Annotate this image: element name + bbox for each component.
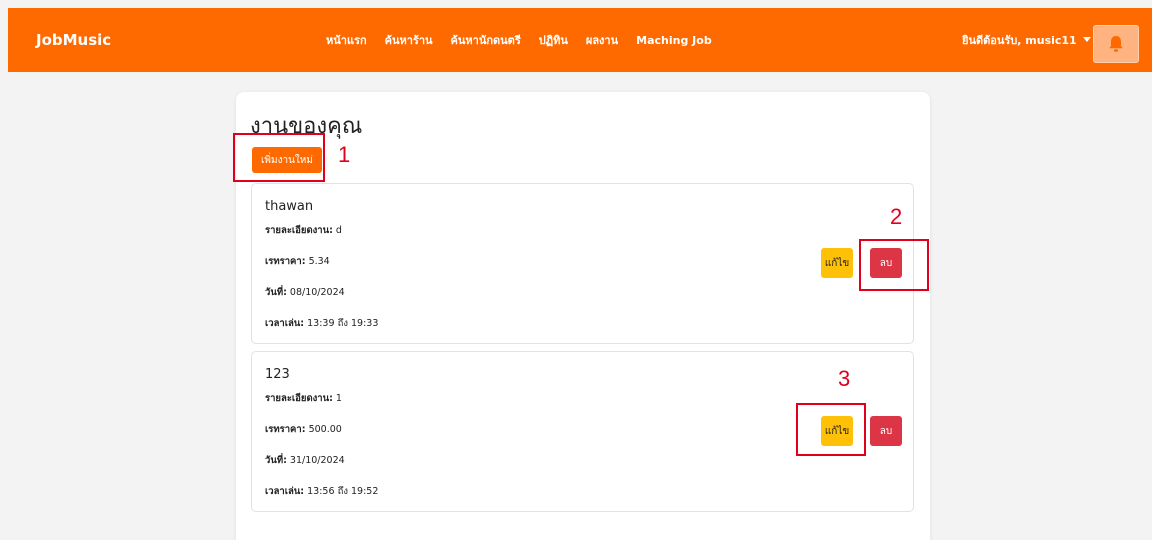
job-time: เวลาเล่น: 13:39 ถึง 19:33 <box>265 316 378 331</box>
top-navbar: JobMusic หน้าแรก ค้นหาร้าน ค้นหานักดนตรี… <box>8 8 1152 72</box>
nav-link-find-musician[interactable]: ค้นหานักดนตรี <box>451 31 521 49</box>
highlight-box-edit <box>796 403 866 456</box>
user-menu-dropdown[interactable]: ยินดีต้อนรับ, music11 <box>962 8 1091 72</box>
job-rate: เรทราคา: 5.34 <box>265 254 330 269</box>
job-date: วันที่: 31/10/2024 <box>265 453 345 468</box>
job-time-end: 19:52 <box>350 486 379 497</box>
nav-link-matching-job[interactable]: Maching Job <box>636 34 712 47</box>
job-time-start: 13:56 <box>307 486 335 497</box>
nav-link-home[interactable]: หน้าแรก <box>326 31 367 49</box>
job-time: เวลาเล่น: 13:56 ถึง 19:52 <box>265 484 378 499</box>
job-time-to: ถึง <box>337 486 348 497</box>
edit-job-button[interactable]: แก้ไข <box>821 248 853 278</box>
chevron-down-icon <box>1082 36 1091 42</box>
bell-icon <box>1109 36 1123 52</box>
annotation-number: 2 <box>890 204 903 229</box>
job-date-value: 08/10/2024 <box>289 287 345 298</box>
annotation-number: 3 <box>838 366 851 391</box>
job-date-value: 31/10/2024 <box>289 455 345 466</box>
highlight-box-add <box>233 133 325 182</box>
job-rate-label: เรทราคา: <box>265 256 306 267</box>
annotation-number: 1 <box>338 142 351 167</box>
delete-job-button[interactable]: ลบ <box>870 416 902 446</box>
nav-link-portfolio[interactable]: ผลงาน <box>586 31 618 49</box>
job-title: 123 <box>265 367 290 382</box>
job-item: thawan รายละเอียดงาน: d เรทราคา: 5.34 วั… <box>251 183 914 344</box>
job-rate: เรทราคา: 500.00 <box>265 422 342 437</box>
user-greeting: ยินดีต้อนรับ, music11 <box>962 34 1077 47</box>
job-details-label: รายละเอียดงาน: <box>265 393 333 404</box>
job-details: รายละเอียดงาน: 1 <box>265 391 342 406</box>
job-details: รายละเอียดงาน: d <box>265 223 342 238</box>
highlight-box-delete <box>859 239 929 291</box>
job-rate-label: เรทราคา: <box>265 424 306 435</box>
job-date: วันที่: 08/10/2024 <box>265 285 345 300</box>
job-time-end: 19:33 <box>350 318 379 329</box>
job-time-to: ถึง <box>337 318 348 329</box>
job-details-value: d <box>335 225 342 236</box>
nav-links: หน้าแรก ค้นหาร้าน ค้นหานักดนตรี ปฏิทิน ผ… <box>326 8 712 72</box>
job-time-start: 13:39 <box>307 318 335 329</box>
notification-button[interactable] <box>1093 25 1139 63</box>
job-time-label: เวลาเล่น: <box>265 486 305 497</box>
job-title: thawan <box>265 199 314 214</box>
nav-link-calendar[interactable]: ปฏิทิน <box>539 31 568 49</box>
job-details-value: 1 <box>335 393 342 404</box>
job-details-label: รายละเอียดงาน: <box>265 225 333 236</box>
brand-logo[interactable]: JobMusic <box>36 8 111 72</box>
job-rate-value: 5.34 <box>308 256 330 267</box>
job-rate-value: 500.00 <box>308 424 342 435</box>
job-time-label: เวลาเล่น: <box>265 318 305 329</box>
job-date-label: วันที่: <box>265 455 287 466</box>
job-date-label: วันที่: <box>265 287 287 298</box>
nav-link-find-venue[interactable]: ค้นหาร้าน <box>385 31 433 49</box>
